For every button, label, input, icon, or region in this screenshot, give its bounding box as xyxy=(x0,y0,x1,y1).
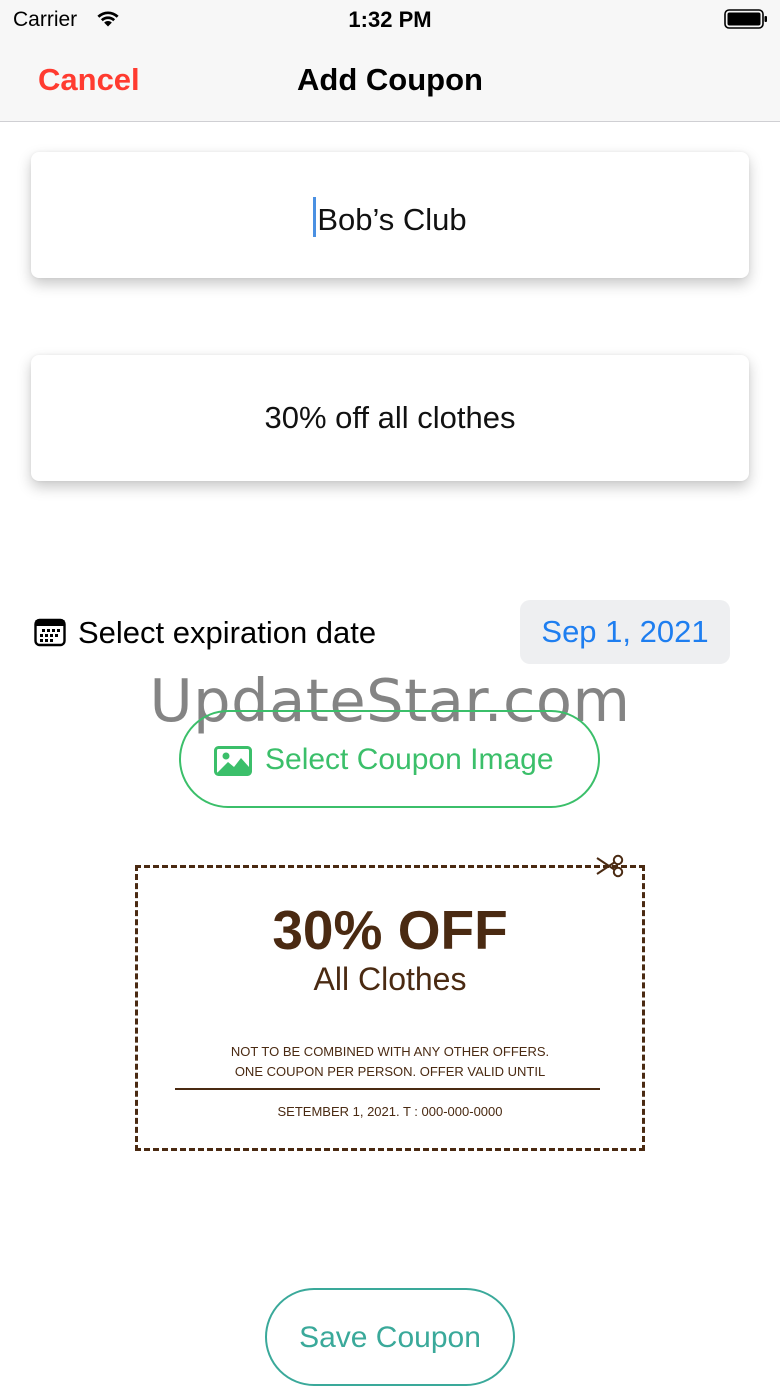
coupon-terms-line-1: NOT TO BE COMBINED WITH ANY OTHER OFFERS… xyxy=(230,1044,550,1059)
coupon-subline: All Clothes xyxy=(313,961,467,997)
calendar-icon xyxy=(34,618,66,647)
navigation-bar: Cancel Add Coupon xyxy=(0,40,780,122)
expiration-date-picker[interactable]: Sep 1, 2021 xyxy=(520,600,730,664)
battery-icon xyxy=(724,9,767,29)
photo-icon xyxy=(214,746,252,776)
coupon-terms-line-3: SETEMBER 1, 2021. T : 000-000-0000 xyxy=(277,1104,503,1119)
select-coupon-image-label: Select Coupon Image xyxy=(265,743,554,776)
expiration-date-row: Select expiration date Sep 1, 2021 xyxy=(34,600,734,664)
coupon-description-field[interactable]: 30% off all clothes xyxy=(31,355,749,481)
save-coupon-button[interactable]: Save Coupon xyxy=(265,1288,515,1386)
coupon-name-text-wrap: Bob’s Club xyxy=(31,197,749,238)
status-time: 1:32 PM xyxy=(348,7,432,32)
page-title: Add Coupon xyxy=(297,62,483,97)
coupon-terms-line-2: ONE COUPON PER PERSON. OFFER VALID UNTIL xyxy=(234,1064,546,1079)
select-coupon-image-button[interactable]: Select Coupon Image xyxy=(179,710,600,808)
scissors-icon xyxy=(596,854,624,878)
coupon-description-value: 30% off all clothes xyxy=(264,400,516,435)
expiration-label: Select expiration date xyxy=(78,615,377,650)
coupon-name-value: Bob’s Club xyxy=(317,202,467,237)
status-bar: Carrier 1:32 PM xyxy=(0,0,780,40)
coupon-headline: 30% OFF xyxy=(272,899,508,961)
coupon-name-field[interactable]: Bob’s Club xyxy=(31,152,749,278)
text-cursor xyxy=(313,197,317,237)
coupon-divider xyxy=(175,1088,600,1090)
